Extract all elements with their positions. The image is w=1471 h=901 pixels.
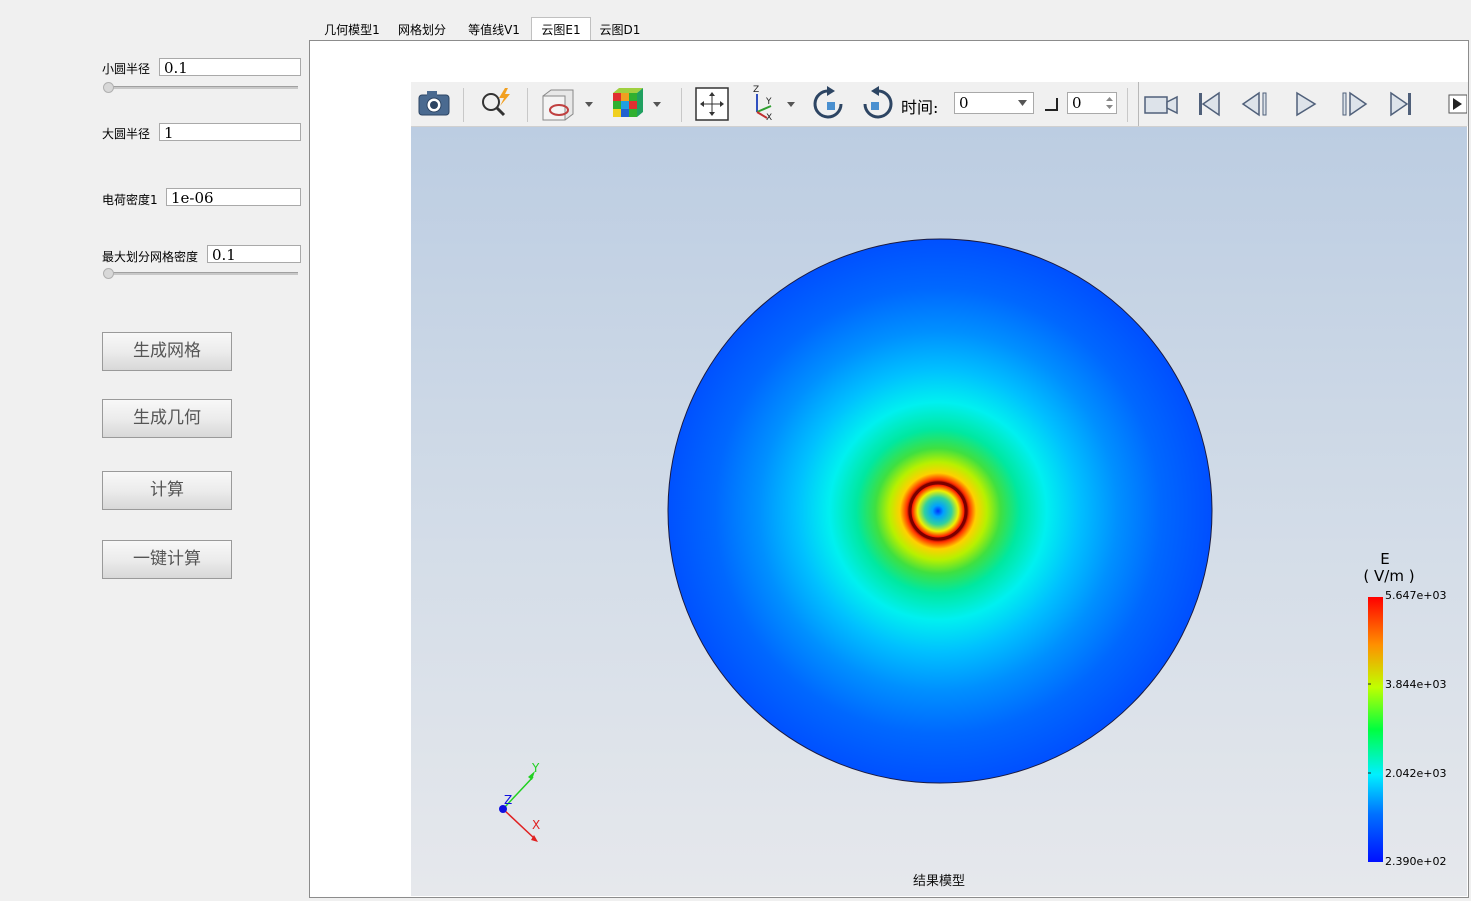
toolbar-separator	[1127, 88, 1128, 122]
legend-colorbar	[1368, 597, 1383, 862]
time-combo[interactable]: 0	[954, 92, 1034, 114]
slider-handle[interactable]	[103, 268, 114, 279]
zoom-icon[interactable]	[475, 82, 515, 126]
axis-x-label: X	[532, 818, 540, 832]
play-icon[interactable]	[1287, 82, 1323, 126]
big-radius-input[interactable]: 1	[159, 123, 301, 142]
charge-density-label: 电荷密度1	[102, 193, 158, 207]
one-click-compute-button[interactable]: 一键计算	[102, 540, 232, 579]
svg-text:Z: Z	[753, 85, 759, 95]
next-frame-icon[interactable]	[1335, 82, 1371, 126]
svg-text:X: X	[766, 113, 772, 123]
record-icon[interactable]	[1141, 82, 1181, 126]
axis-orient-icon[interactable]: Z Y X	[743, 82, 801, 126]
max-mesh-label: 最大划分网格密度	[102, 250, 199, 264]
chevron-down-icon	[1018, 100, 1027, 106]
toolbar-separator	[527, 88, 528, 122]
slider-handle[interactable]	[103, 82, 114, 93]
axis-y-label: Y	[531, 761, 540, 775]
legend-tick: 3.844e+03	[1385, 678, 1446, 691]
frame-value: 0	[1072, 94, 1082, 112]
first-frame-icon[interactable]	[1191, 82, 1227, 126]
axis-triad: Y X Z	[499, 761, 540, 842]
legend-tick-max: 5.647e+03	[1385, 589, 1446, 602]
svg-text:Y: Y	[765, 97, 772, 107]
view-toolbar: Z Y X 时间: 0 0	[411, 82, 1468, 127]
legend-unit: ( V/m )	[1363, 567, 1414, 585]
result-plot: E ( V/m ) 5.647e+03 3.844e+03 2.042e+03 …	[499, 238, 1446, 889]
loop-checkbox-icon[interactable]	[1043, 96, 1059, 112]
toolbar-separator	[463, 88, 464, 122]
compute-button[interactable]: 计算	[102, 471, 232, 510]
tab-cloud-d1[interactable]: 云图D1	[592, 18, 648, 40]
small-radius-input[interactable]: 0.1	[159, 58, 301, 77]
max-mesh-slider[interactable]	[103, 268, 298, 279]
legend-title: E	[1380, 550, 1389, 568]
color-cube-icon[interactable]	[607, 82, 667, 126]
result-viewport[interactable]: E ( V/m ) 5.647e+03 3.844e+03 2.042e+03 …	[411, 127, 1467, 896]
generate-mesh-button[interactable]: 生成网格	[102, 332, 232, 371]
charge-density-input[interactable]: 1e-06	[166, 188, 301, 207]
cube-view-icon[interactable]	[537, 82, 597, 126]
rotate-cw-icon[interactable]	[809, 82, 849, 126]
axis-z-label: Z	[504, 793, 512, 807]
viewport-caption: 结果模型	[913, 874, 965, 889]
big-radius-label: 大圆半径	[102, 127, 151, 141]
toolbar-separator	[681, 88, 682, 122]
frame-spinbox[interactable]: 0	[1067, 92, 1117, 114]
tab-geometry-model[interactable]: 几何模型1	[316, 18, 388, 40]
camera-icon[interactable]	[415, 82, 453, 126]
legend-tick: 2.042e+03	[1385, 767, 1446, 780]
field-disk	[667, 238, 1213, 784]
prev-frame-icon[interactable]	[1239, 82, 1275, 126]
spin-arrows-icon[interactable]	[1106, 96, 1113, 110]
small-radius-label: 小圆半径	[102, 62, 151, 76]
time-value: 0	[959, 94, 969, 112]
rotate-ccw-icon[interactable]	[857, 82, 897, 126]
tab-mesh[interactable]: 网格划分	[390, 18, 454, 40]
legend-tick-min: 2.390e+02	[1385, 855, 1446, 868]
time-label: 时间:	[901, 98, 939, 117]
playback-group	[1138, 82, 1468, 126]
last-frame-icon[interactable]	[1383, 82, 1419, 126]
tab-cloud-e1[interactable]: 云图E1	[531, 17, 591, 41]
max-mesh-input[interactable]: 0.1	[207, 245, 301, 264]
fit-view-icon[interactable]	[693, 82, 733, 126]
tab-contour[interactable]: 等值线V1	[460, 18, 528, 40]
toolbar-overflow-icon[interactable]	[1445, 82, 1467, 126]
parameter-panel: 小圆半径 0.1 大圆半径 1 电荷密度1 1e-06 最大划分网格密度 0.1…	[0, 0, 309, 901]
small-radius-slider[interactable]	[103, 82, 298, 93]
generate-geometry-button[interactable]: 生成几何	[102, 399, 232, 438]
